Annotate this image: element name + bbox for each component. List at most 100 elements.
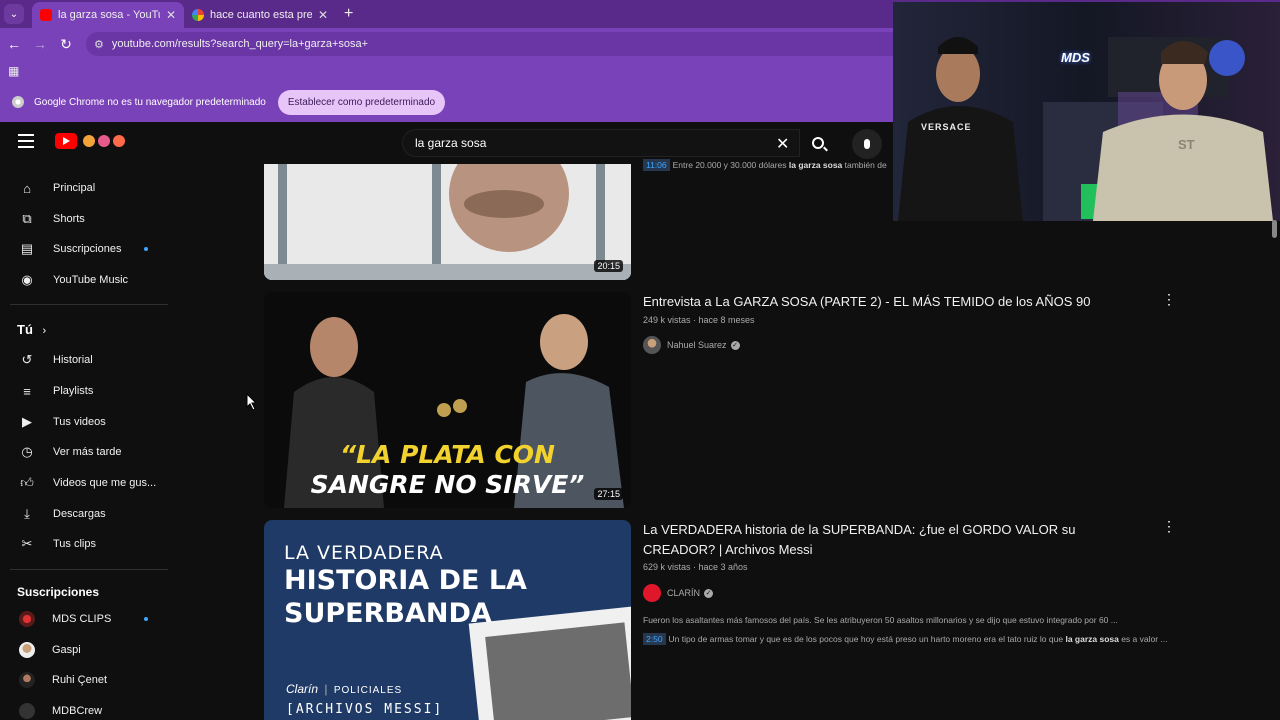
youtube-logo[interactable]	[55, 133, 125, 149]
tab-youtube[interactable]: la garza sosa - YouTube ✕	[32, 2, 184, 28]
new-tab-icon[interactable]: +	[344, 5, 353, 23]
channel-link[interactable]: Nahuel Suarez ✓	[643, 336, 740, 354]
screen: ⌄ la garza sosa - YouTube ✕ hace cuanto …	[0, 0, 1280, 720]
neon-sign: MDS	[1061, 50, 1090, 65]
back-icon[interactable]: ←	[2, 36, 26, 52]
sidebar-item-label: Ruhi Çenet	[52, 674, 108, 686]
sidebar-item-your-videos[interactable]: ▶ Tus videos	[0, 407, 170, 437]
thumbnail-caption-line: SUPERBANDA	[284, 598, 492, 629]
verified-icon: ✓	[730, 340, 740, 350]
divider	[10, 569, 168, 570]
doodle-icon	[83, 135, 95, 147]
apps-grid-icon[interactable]: ▦	[8, 64, 19, 78]
site-info-icon[interactable]: ⚙	[94, 38, 104, 51]
more-actions-icon[interactable]: ⋮	[1162, 518, 1176, 535]
video-thumbnail[interactable]: LA VERDADERA HISTORIA DE LA SUPERBANDA C…	[264, 520, 631, 720]
sidebar-item-clips[interactable]: ✂ Tus clips	[0, 529, 170, 559]
sidebar-item-label: Descargas	[53, 508, 106, 520]
sidebar-item-watch-later[interactable]: ◷ Ver más tarde	[0, 437, 170, 467]
chapter-timestamp[interactable]: 2:50	[643, 633, 666, 645]
thumbnail-brand: Clarín | POLICIALES	[286, 682, 402, 696]
sidebar-item-label: Historial	[53, 354, 93, 366]
sidebar-channel-mdbcrew[interactable]: MDBCrew	[0, 696, 170, 720]
clear-search-icon[interactable]: ✕	[776, 134, 789, 154]
video-description: Fueron los asaltantes más famosos del pa…	[643, 615, 1118, 625]
sidebar-item-playlists[interactable]: ≡ Playlists	[0, 376, 170, 406]
snippet-text: Un tipo de armas tomar y que es de los p…	[668, 634, 1066, 644]
sidebar-item-music[interactable]: ◉ YouTube Music	[0, 265, 170, 295]
sidebar-channel-mds-clips[interactable]: MDS CLIPS	[0, 604, 170, 634]
more-actions-icon[interactable]: ⋮	[1162, 291, 1176, 308]
result-snippet: 2:50 Un tipo de armas tomar y que es de l…	[643, 633, 1168, 645]
snippet-highlight: la garza sosa	[1065, 634, 1119, 644]
menu-icon[interactable]	[18, 134, 34, 148]
video-meta: 249 k vistas · hace 8 meses	[643, 315, 755, 325]
channel-avatar[interactable]	[643, 336, 661, 354]
close-icon[interactable]: ✕	[166, 8, 176, 22]
video-title[interactable]: Entrevista a La GARZA SOSA (PARTE 2) - E…	[643, 292, 1163, 312]
close-icon[interactable]: ✕	[318, 8, 328, 22]
sidebar-item-label: Principal	[53, 182, 96, 194]
sidebar-channel-gaspi[interactable]: Gaspi	[0, 635, 170, 665]
shorts-icon: ⧉	[22, 211, 32, 226]
sidebar-item-liked[interactable]: 👍︎ Videos que me gus...	[0, 468, 170, 498]
search-input[interactable]: la garza sosa	[402, 129, 800, 157]
search-button[interactable]	[804, 129, 832, 157]
subscriptions-heading: Suscripciones	[17, 585, 100, 599]
thumbnail-caption: “LA PLATA CON SANGRE NO SIRVE”	[264, 440, 631, 500]
history-icon: ↺	[21, 352, 33, 367]
chevron-down-icon: ⌄	[9, 8, 19, 20]
snippet-highlight: la garza sosa	[788, 160, 843, 170]
sidebar-item-label: Shorts	[53, 213, 85, 225]
duration-badge: 27:15	[594, 488, 623, 500]
webcam-image	[893, 2, 1280, 221]
divider	[10, 304, 168, 305]
set-default-button[interactable]: Establecer como predeterminado	[277, 89, 446, 115]
tab-search-button[interactable]: ⌄	[4, 4, 24, 24]
channel-name[interactable]: Nahuel Suarez	[667, 340, 727, 350]
thumbnail-caption-line: “LA PLATA CON	[340, 440, 555, 469]
result-snippet: 11:06 Entre 20.000 y 30.000 dólares la ga…	[643, 159, 887, 171]
channel-name[interactable]: CLARÍN	[667, 588, 700, 598]
snippet-text: Entre 20.000 y 30.000 dólares	[672, 160, 789, 170]
you-heading[interactable]: Tú ›	[17, 322, 46, 337]
sidebar-item-downloads[interactable]: ⤓ Descargas	[0, 499, 170, 529]
download-icon: ⤓	[24, 506, 30, 521]
voice-search-button[interactable]	[852, 129, 882, 159]
tab-google[interactable]: hace cuanto esta preso robledo ✕	[184, 2, 336, 28]
reload-icon[interactable]: ↻	[54, 36, 78, 53]
forward-icon[interactable]: →	[28, 36, 52, 52]
sidebar-item-home[interactable]: ⌂ Principal	[0, 173, 170, 203]
chapter-timestamp[interactable]: 11:06	[643, 159, 670, 171]
channel-link[interactable]: CLARÍN ✓	[643, 584, 714, 602]
sidebar-item-history[interactable]: ↺ Historial	[0, 345, 170, 375]
infobar-message: Google Chrome no es tu navegador predete…	[34, 96, 266, 108]
chrome-logo-icon	[12, 96, 24, 108]
sidebar-item-subscriptions[interactable]: ▤ Suscripciones	[0, 234, 170, 264]
home-icon: ⌂	[23, 180, 31, 196]
microphone-icon	[864, 139, 870, 149]
avatar	[19, 703, 35, 719]
clips-icon: ✂	[21, 536, 33, 551]
channel-avatar[interactable]	[643, 584, 661, 602]
thumbnail-series: [ARCHIVOS MESSI]	[286, 702, 444, 717]
chevron-right-icon: ›	[42, 325, 47, 337]
playlists-icon: ≡	[23, 383, 31, 399]
sidebar-channel-ruhi[interactable]: Ruhi Çenet	[0, 665, 170, 695]
sidebar-item-label: Playlists	[53, 385, 94, 397]
sidebar-item-label: MDBCrew	[52, 705, 103, 717]
video-thumbnail[interactable]: 20:15	[264, 164, 631, 280]
sidebar-item-label: Tus clips	[53, 538, 96, 550]
avatar	[19, 611, 35, 627]
sidebar: ⌂ Principal ⧉ Shorts ▤ Suscripciones ◉ Y…	[0, 164, 176, 720]
scrollbar-thumb[interactable]	[1272, 220, 1277, 238]
sidebar-item-shorts[interactable]: ⧉ Shorts	[0, 204, 170, 234]
webcam-overlay: MDS VERSACE ST	[893, 2, 1280, 221]
snippet-text: es a valor ...	[1118, 634, 1168, 644]
shirt-print: VERSACE	[921, 122, 972, 132]
your-videos-icon: ▶	[22, 414, 32, 429]
video-title[interactable]: La VERDADERA historia de la SUPERBANDA: …	[643, 520, 1143, 560]
video-thumbnail[interactable]: “LA PLATA CON SANGRE NO SIRVE” 27:15	[264, 292, 631, 508]
video-meta: 629 k vistas · hace 3 años	[643, 562, 748, 572]
thumbnail-caption-line: SANGRE NO SIRVE”	[310, 470, 585, 499]
